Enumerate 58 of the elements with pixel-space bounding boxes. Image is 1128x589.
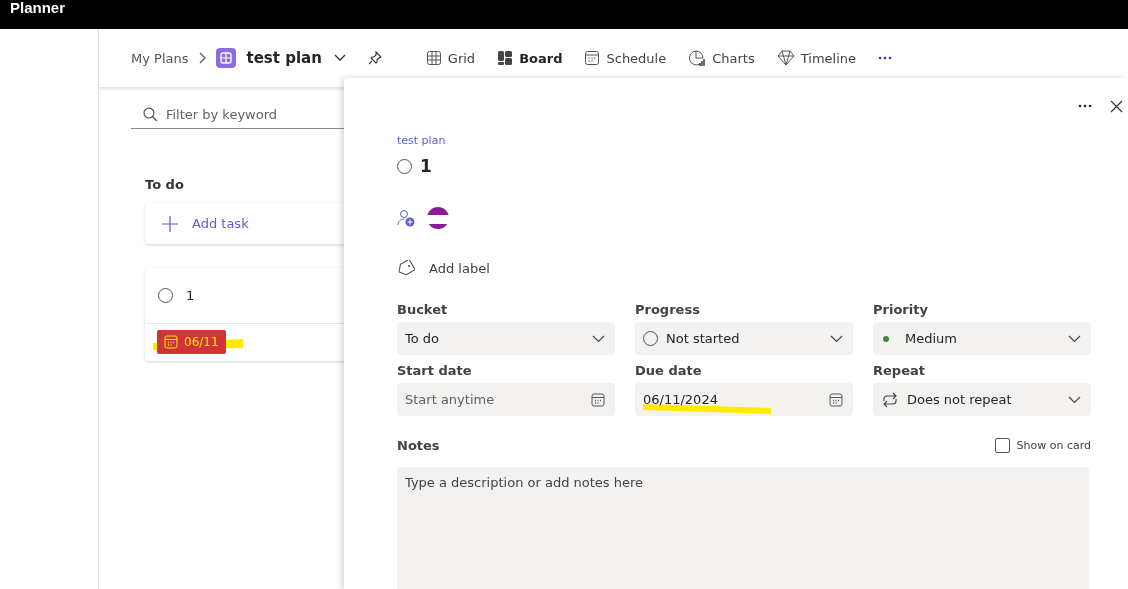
grid-icon	[425, 50, 442, 66]
app-title: Planner	[10, 0, 66, 16]
plan-link[interactable]: test plan	[397, 134, 446, 147]
pin-icon[interactable]	[367, 51, 382, 65]
view-tab[interactable]: Schedule	[584, 50, 667, 66]
calendar-icon	[591, 392, 605, 407]
add-label-button[interactable]: Add label	[397, 260, 490, 276]
date-input[interactable]: Start anytime	[405, 392, 555, 407]
more-icon[interactable]	[1078, 104, 1092, 108]
calendar-icon	[584, 50, 601, 66]
plus-icon	[162, 215, 178, 232]
chevron-down-icon	[592, 334, 605, 343]
task-title[interactable]: 1	[420, 156, 432, 176]
view-tab[interactable]: Grid	[425, 50, 476, 66]
chevron-down-icon	[1068, 334, 1081, 343]
field-label: Priority	[873, 302, 929, 317]
search-icon	[143, 107, 158, 122]
tag-icon	[397, 260, 415, 276]
status-dot-icon	[883, 335, 889, 342]
field-label: Repeat	[873, 363, 926, 378]
dropdown[interactable]: Medium	[873, 322, 1091, 355]
dropdown[interactable]: To do	[397, 322, 615, 355]
breadcrumb-link[interactable]: My Plans	[131, 50, 189, 66]
chevron-down-icon	[1068, 395, 1081, 404]
avatar	[427, 207, 449, 229]
show-on-card-checkbox[interactable]: Show on card	[994, 438, 1091, 453]
more-icon[interactable]	[878, 56, 892, 60]
chevron-right-icon	[198, 52, 207, 64]
notes-field[interactable]: Type a description or add notes here	[397, 467, 1089, 589]
task-title: 1	[186, 288, 195, 303]
notes-label: Notes	[397, 438, 440, 453]
assign-person-icon[interactable]	[397, 209, 415, 227]
chevron-down-icon	[830, 334, 843, 343]
plan-icon	[216, 48, 237, 68]
calendar-icon	[164, 335, 178, 349]
view-tab[interactable]: Charts	[688, 49, 755, 67]
view-tab[interactable]: Timeline	[776, 50, 856, 66]
dropdown[interactable]: Not started	[635, 322, 853, 355]
calendar-icon	[829, 392, 843, 407]
add-task-button[interactable]: Add task	[145, 203, 385, 244]
field-label: Bucket	[397, 302, 449, 317]
field-label: Progress	[635, 302, 701, 317]
dropdown[interactable]: Does not repeat	[873, 383, 1091, 416]
diamond-icon	[776, 50, 795, 66]
field-label: Start date	[397, 363, 473, 378]
bucket-title: To do	[145, 177, 185, 192]
date-value: 06/11/2024	[643, 392, 718, 407]
close-icon[interactable]	[1110, 99, 1123, 113]
board-icon	[497, 50, 514, 66]
chevron-down-icon[interactable]	[333, 54, 346, 62]
chart-icon	[688, 49, 707, 67]
date-field[interactable]: Start anytime	[397, 383, 615, 416]
view-tab[interactable]: Board	[497, 50, 563, 66]
field-label: Due date	[635, 363, 703, 378]
due-date-badge: 06/11	[157, 330, 226, 354]
repeat-icon	[881, 391, 899, 408]
date-field[interactable]: 06/11/2024	[635, 383, 853, 416]
plan-name[interactable]: test plan	[246, 49, 322, 67]
